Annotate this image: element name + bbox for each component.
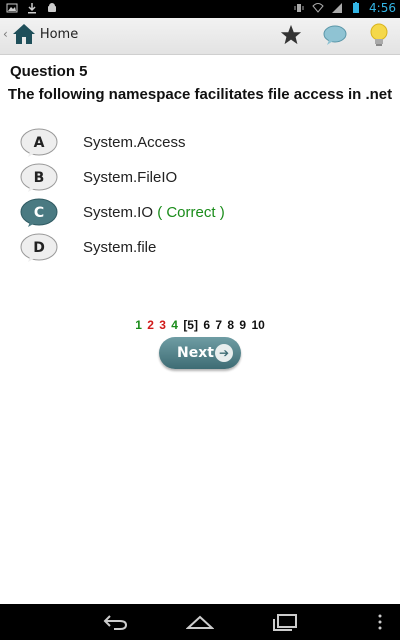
lightbulb-icon xyxy=(370,23,388,46)
home-label: Home xyxy=(39,26,79,42)
page-link[interactable]: 10 xyxy=(251,318,264,332)
navigation-bar xyxy=(0,604,400,640)
page-link[interactable]: 3 xyxy=(159,318,166,332)
favorite-button[interactable] xyxy=(278,22,304,48)
image-notification-icon xyxy=(6,3,18,13)
option-b[interactable]: B System.FileIO xyxy=(20,162,380,194)
option-letter: A xyxy=(34,135,45,151)
chevron-left-icon: ‹ xyxy=(3,27,8,41)
question-text: The following namespace facilitates file… xyxy=(7,86,393,103)
page-link[interactable]: 7 xyxy=(215,318,222,332)
page-link[interactable]: 6 xyxy=(203,318,210,332)
battery-icon xyxy=(353,2,360,13)
home-outline-icon xyxy=(186,615,214,629)
home-nav-button[interactable] xyxy=(184,612,216,632)
wifi-icon xyxy=(312,3,324,13)
option-c[interactable]: C System.IO ( Correct ) xyxy=(20,197,380,229)
action-bar: ‹ Home xyxy=(0,18,400,55)
more-vertical-icon xyxy=(378,614,382,630)
android-icon xyxy=(48,3,56,12)
overflow-menu-button[interactable] xyxy=(370,612,390,632)
option-text: System.FileIO xyxy=(83,169,178,186)
page-link[interactable]: 4 xyxy=(171,318,178,332)
page-current: [5] xyxy=(183,318,198,332)
next-button[interactable]: Next ➔ xyxy=(159,337,241,369)
question-pagination: 1 2 3 4 [5] 6 7 8 9 10 xyxy=(0,318,400,332)
status-time: 4:56 xyxy=(369,1,396,15)
recent-apps-icon xyxy=(273,614,297,631)
back-button[interactable] xyxy=(99,612,131,632)
next-button-label: Next xyxy=(177,345,214,361)
vibrate-icon xyxy=(294,4,304,12)
option-letter: B xyxy=(34,170,45,186)
page-link[interactable]: 2 xyxy=(147,318,154,332)
chat-bubble-icon xyxy=(323,25,347,45)
download-icon xyxy=(28,3,36,14)
back-icon xyxy=(103,615,128,630)
page-link[interactable]: 8 xyxy=(227,318,234,332)
signal-icon xyxy=(332,3,343,13)
status-bar: 4:56 xyxy=(0,0,400,18)
option-text: System.IO ( Correct ) xyxy=(83,204,225,221)
home-button[interactable]: ‹ Home xyxy=(3,23,78,45)
home-icon xyxy=(12,24,35,44)
page-link[interactable]: 1 xyxy=(135,318,142,332)
hint-button[interactable] xyxy=(366,22,392,48)
option-bubble-icon: B xyxy=(20,163,58,192)
comments-button[interactable] xyxy=(322,22,348,48)
option-bubble-icon: D xyxy=(20,233,58,262)
option-bubble-icon: C xyxy=(20,198,58,227)
option-d[interactable]: D System.file xyxy=(20,232,380,264)
page-link[interactable]: 9 xyxy=(239,318,246,332)
star-icon xyxy=(280,24,302,45)
option-a[interactable]: A System.Access xyxy=(20,127,380,159)
arrow-right-icon: ➔ xyxy=(215,344,233,362)
option-text: System.file xyxy=(83,239,157,256)
option-letter: C xyxy=(34,205,44,221)
recent-apps-button[interactable] xyxy=(269,612,301,632)
option-letter: D xyxy=(33,240,45,256)
question-number: Question 5 xyxy=(10,63,88,80)
option-bubble-icon: A xyxy=(20,128,58,157)
correct-indicator: ( Correct ) xyxy=(157,204,225,221)
option-text: System.Access xyxy=(83,134,186,151)
